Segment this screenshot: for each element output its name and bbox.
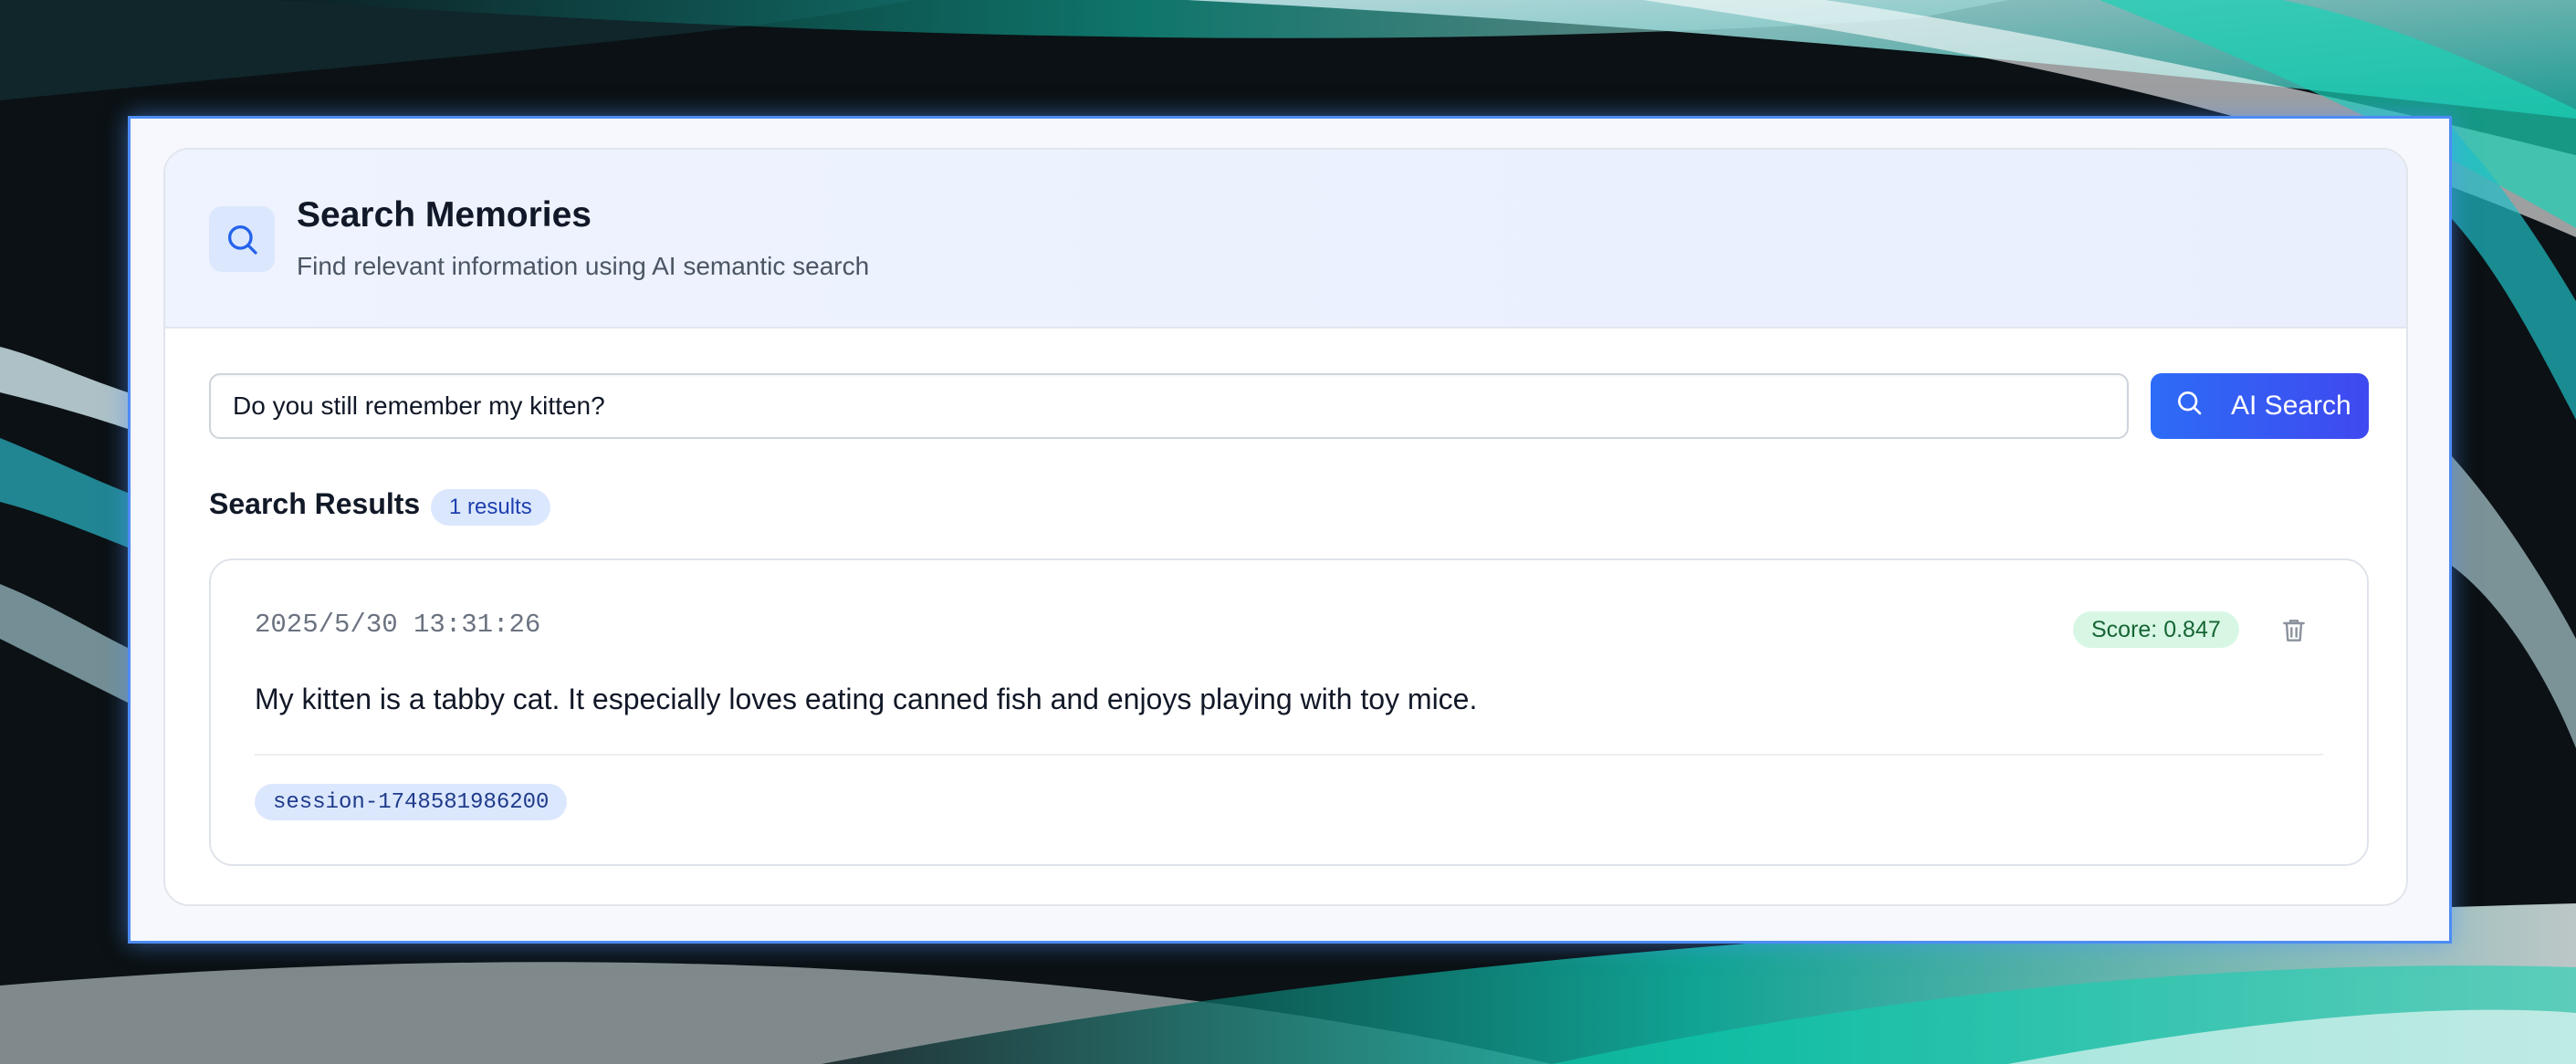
result-content: My kitten is a tabby cat. It especially … bbox=[255, 683, 1478, 715]
ai-search-button[interactable]: AI Search bbox=[2151, 373, 2369, 439]
app-window: Search Memories Find relevant informatio… bbox=[128, 116, 2452, 944]
score-badge: Score: 0.847 bbox=[2073, 611, 2239, 648]
result-timestamp: 2025/5/30 13:31:26 bbox=[255, 610, 541, 640]
session-tag: session-1748581986200 bbox=[255, 784, 568, 820]
trash-icon bbox=[2283, 620, 2305, 642]
ai-search-button-label: AI Search bbox=[2231, 391, 2351, 421]
search-input[interactable] bbox=[209, 373, 2129, 439]
result-divider bbox=[255, 754, 2323, 756]
search-icon bbox=[2174, 388, 2204, 424]
results-heading: Search Results bbox=[209, 487, 421, 520]
delete-button[interactable] bbox=[2276, 612, 2312, 649]
card-header: Search Memories Find relevant informatio… bbox=[165, 150, 2406, 329]
page-title: Search Memories bbox=[297, 195, 592, 235]
search-memories-card: Search Memories Find relevant informatio… bbox=[163, 148, 2408, 906]
search-icon bbox=[209, 206, 275, 272]
page-subtitle: Find relevant information using AI seman… bbox=[297, 252, 870, 280]
result-card: 2025/5/30 13:31:26 Score: 0.847 My kitte… bbox=[209, 558, 2369, 866]
results-count-badge: 1 results bbox=[431, 489, 550, 526]
